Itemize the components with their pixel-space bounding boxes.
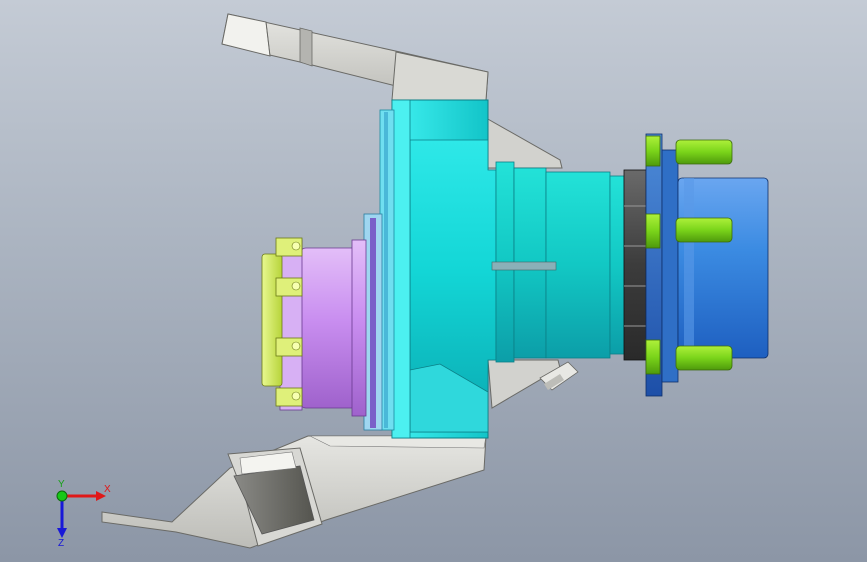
cad-model[interactable]	[0, 0, 867, 562]
y-axis-dot-icon	[56, 490, 68, 502]
triad-axes: X Y Z	[56, 479, 111, 549]
lower-steering-arm[interactable]	[101, 435, 487, 549]
upper-steering-arm[interactable]	[221, 13, 489, 101]
orientation-triad: X Y Z	[40, 478, 120, 549]
y-axis-label: Y	[58, 479, 65, 490]
brake-disc[interactable]	[363, 109, 395, 431]
hub-shaft[interactable]	[491, 161, 625, 363]
z-axis-arrow-icon	[57, 528, 67, 538]
graphics-viewport[interactable]: X Y Z	[0, 0, 867, 562]
bearing-nut[interactable]	[623, 169, 647, 361]
knuckle-body[interactable]	[391, 99, 497, 439]
z-axis-label: Z	[58, 538, 64, 548]
x-axis-label: X	[104, 484, 111, 495]
